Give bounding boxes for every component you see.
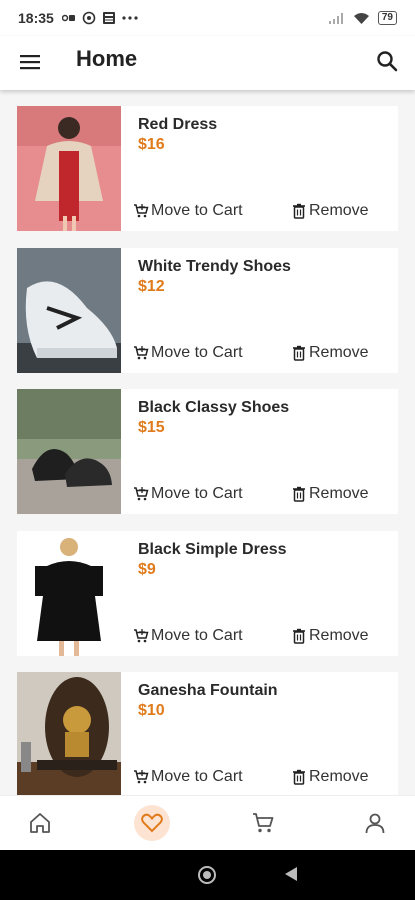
news-icon xyxy=(102,12,115,24)
product-name[interactable]: Red Dress xyxy=(138,116,217,134)
remove-button[interactable]: Remove xyxy=(291,627,369,645)
move-to-cart-button[interactable]: Move to Cart xyxy=(133,485,243,503)
product-image-black-simple-dress[interactable] xyxy=(17,531,121,656)
product-image-red-dress[interactable] xyxy=(17,106,121,231)
remove-button[interactable]: Remove xyxy=(291,768,369,786)
trash-icon xyxy=(293,345,305,361)
list-item: Black Simple Dress $9 Move to Cart Remov… xyxy=(17,531,398,656)
status-time: 18:35 xyxy=(18,10,54,26)
battery-icon: 79 xyxy=(377,11,397,25)
move-to-cart-label: Move to Cart xyxy=(151,202,243,219)
product-image-ganesha-fountain[interactable] xyxy=(17,672,121,795)
page-title: Home xyxy=(76,46,138,71)
list-item: Black Classy Shoes $15 Move to Cart Remo… xyxy=(17,389,398,514)
more-dots-icon xyxy=(122,16,138,20)
add-cart-icon xyxy=(134,204,149,218)
nav-wishlist[interactable] xyxy=(133,805,170,841)
app-bar: Home xyxy=(0,36,415,90)
product-price: $12 xyxy=(138,278,165,295)
hamburger-menu-icon[interactable] xyxy=(18,50,42,74)
system-home-button[interactable] xyxy=(198,866,216,884)
product-image-black-classy-shoes[interactable] xyxy=(17,389,121,514)
trash-icon xyxy=(293,769,305,785)
trash-icon xyxy=(293,486,305,502)
product-name[interactable]: Black Classy Shoes xyxy=(138,399,289,417)
product-price: $9 xyxy=(138,561,156,578)
product-price: $16 xyxy=(138,136,165,153)
move-to-cart-button[interactable]: Move to Cart xyxy=(133,344,243,362)
nav-home[interactable] xyxy=(22,805,58,841)
product-price: $10 xyxy=(138,702,165,719)
move-to-cart-label: Move to Cart xyxy=(151,485,243,502)
trash-icon xyxy=(293,203,305,219)
move-to-cart-button[interactable]: Move to Cart xyxy=(133,768,243,786)
remove-button[interactable]: Remove xyxy=(291,202,369,220)
remove-label: Remove xyxy=(309,768,369,785)
remove-button[interactable]: Remove xyxy=(291,485,369,503)
move-to-cart-button[interactable]: Move to Cart xyxy=(133,202,243,220)
bottom-nav xyxy=(0,795,415,850)
cart-icon xyxy=(253,813,274,833)
trash-icon xyxy=(293,628,305,644)
system-nav-bar xyxy=(0,850,415,900)
status-bar: 18:35 79 xyxy=(0,0,415,36)
battery-level: 79 xyxy=(381,12,393,23)
home-icon xyxy=(30,813,50,833)
move-to-cart-label: Move to Cart xyxy=(151,344,243,361)
system-back-button[interactable] xyxy=(285,867,297,881)
remove-label: Remove xyxy=(309,202,369,219)
add-cart-icon xyxy=(134,487,149,501)
remove-button[interactable]: Remove xyxy=(291,344,369,362)
nav-cart[interactable] xyxy=(245,805,281,841)
wishlist-list: Red Dress $16 Move to Cart Remove White … xyxy=(0,90,415,795)
move-to-cart-label: Move to Cart xyxy=(151,627,243,644)
signal-icon xyxy=(328,13,343,24)
remove-label: Remove xyxy=(309,485,369,502)
heart-icon xyxy=(140,813,163,833)
product-name[interactable]: Black Simple Dress xyxy=(138,541,287,559)
product-price: $15 xyxy=(138,419,165,436)
add-cart-icon xyxy=(134,770,149,784)
move-to-cart-label: Move to Cart xyxy=(151,768,243,785)
move-to-cart-button[interactable]: Move to Cart xyxy=(133,627,243,645)
list-item: Red Dress $16 Move to Cart Remove xyxy=(17,106,398,231)
profile-icon xyxy=(365,813,385,834)
remove-label: Remove xyxy=(309,344,369,361)
search-icon[interactable] xyxy=(375,49,399,73)
list-item: Ganesha Fountain $10 Move to Cart Remove xyxy=(17,672,398,795)
sim-icon xyxy=(61,14,75,22)
whatsapp-icon xyxy=(82,11,96,25)
product-image-white-trendy-shoes[interactable] xyxy=(17,248,121,373)
wifi-icon xyxy=(353,12,369,24)
product-name[interactable]: Ganesha Fountain xyxy=(138,682,278,700)
add-cart-icon xyxy=(134,629,149,643)
remove-label: Remove xyxy=(309,627,369,644)
nav-profile[interactable] xyxy=(357,805,393,841)
product-name[interactable]: White Trendy Shoes xyxy=(138,258,291,276)
add-cart-icon xyxy=(134,346,149,360)
list-item: White Trendy Shoes $12 Move to Cart Remo… xyxy=(17,248,398,373)
